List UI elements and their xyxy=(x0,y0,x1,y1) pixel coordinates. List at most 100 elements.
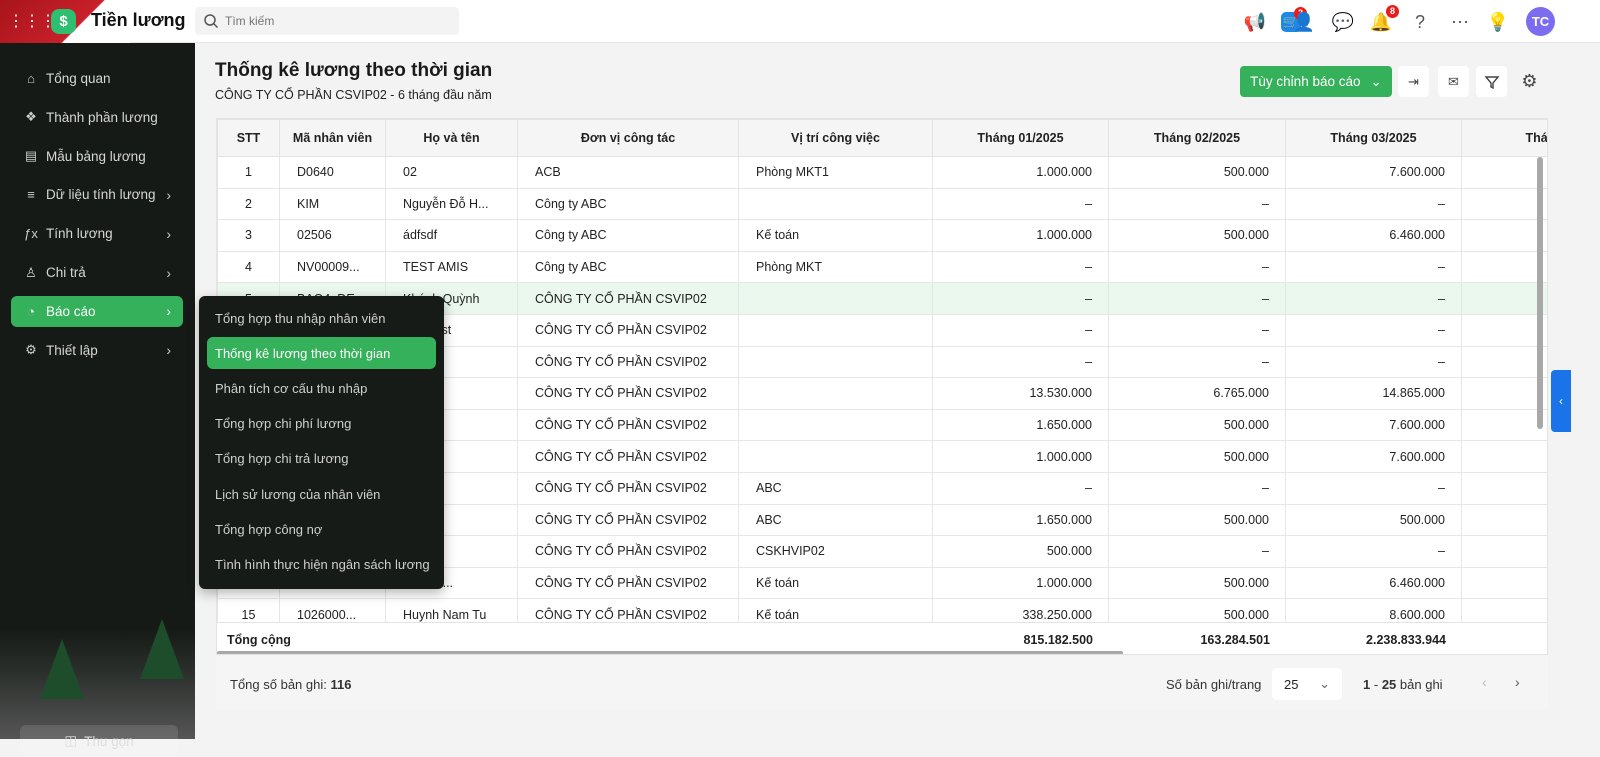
sidebar-item-4[interactable]: ƒx Tính lương › xyxy=(11,218,183,249)
per-page-value: 25 xyxy=(1284,677,1299,692)
function-icon: ƒx xyxy=(24,226,38,242)
table-cell: – xyxy=(1108,535,1286,568)
prev-page-button[interactable]: ‹ xyxy=(1482,674,1487,690)
customize-report-button[interactable]: Tùy chỉnh báo cáo ⌄ xyxy=(1240,66,1392,97)
horizontal-scrollbar[interactable] xyxy=(217,651,1123,654)
table-cell: 1.650.000 xyxy=(932,408,1109,442)
sidebar: ⌂ Tổng quan ❖ Thành phần lương ▤ Mẫu bảng lươ… xyxy=(0,43,195,757)
bell-icon[interactable]: 🔔 8 xyxy=(1369,5,1399,34)
submenu-item[interactable]: Tổng hợp chi trả lương xyxy=(207,443,436,475)
table-cell: – xyxy=(1285,471,1462,505)
submenu-item[interactable]: Thống kê lương theo thời gian xyxy=(207,337,436,370)
gear-icon: ⚙ xyxy=(1521,71,1538,91)
submenu-item[interactable]: Lịch sử lương của nhân viên xyxy=(207,478,436,510)
table-cell: – xyxy=(1285,345,1462,379)
table-row[interactable]: 2 KIM Nguyễn Đỗ H... Công ty ABC – – – xyxy=(217,187,1547,221)
add-user-icon[interactable]: 👤 xyxy=(1292,10,1316,34)
table-cell: 1.000.000 xyxy=(932,440,1109,473)
vertical-scrollbar[interactable] xyxy=(1537,157,1543,429)
table-cell: – xyxy=(1108,282,1286,315)
total-month-2: 163.284.501 xyxy=(1200,633,1270,647)
table-cell: 6.460.000 xyxy=(1285,566,1462,600)
table-cell xyxy=(738,313,933,347)
notification-badge: 8 xyxy=(1385,5,1399,18)
table-cell: KIM xyxy=(279,187,386,221)
submenu-item[interactable]: Tổng hợp thu nhập nhân viên xyxy=(207,302,436,334)
chevron-right-icon: › xyxy=(166,186,171,203)
table-row[interactable]: 3 02506 ádfsdf Công ty ABC Kế toán 1.000.000 5… xyxy=(217,219,1547,252)
column-header[interactable]: Tháng 01/2025 xyxy=(932,119,1109,157)
range-sep: - xyxy=(1373,677,1379,692)
more-icon[interactable]: ⋯ xyxy=(1448,10,1472,34)
collapse-icon: ◫ xyxy=(64,733,78,748)
settings-button[interactable]: ⚙ xyxy=(1514,66,1545,97)
total-label: Tổng cộng xyxy=(227,633,291,647)
table-cell: CÔNG TY CỔ PHẦN CSVIP02 xyxy=(517,471,739,505)
database-icon: ≡ xyxy=(27,187,35,203)
table-cell: ádfsdf xyxy=(385,219,518,252)
table-cell: 13.530.000 xyxy=(932,377,1109,410)
export-button[interactable]: ⇥ xyxy=(1398,66,1429,97)
email-button[interactable]: ✉ xyxy=(1438,66,1469,97)
table-row[interactable]: 4 NV00009... TEST AMIS Công ty ABC Phòng MKT… xyxy=(217,250,1547,284)
sidebar-item-2[interactable]: ▤ Mẫu bảng lương xyxy=(11,141,183,172)
help-icon[interactable]: ? xyxy=(1408,10,1432,34)
search-input[interactable] xyxy=(225,7,450,35)
column-header[interactable]: Tháng 03/2025 xyxy=(1285,119,1462,157)
table-cell: 500.000 xyxy=(932,535,1109,568)
column-header[interactable]: Họ và tên xyxy=(385,119,518,157)
table-cell: – xyxy=(1108,471,1286,505)
table-cell: CÔNG TY CỔ PHẦN CSVIP02 xyxy=(517,282,739,315)
range-suffix: bản ghi xyxy=(1399,677,1443,692)
sidebar-item-label: Tổng quan xyxy=(46,71,111,86)
submenu-item[interactable]: Tổng hợp công nợ xyxy=(207,513,436,545)
table-cell: – xyxy=(932,282,1109,315)
submenu-item[interactable]: Phân tích cơ cấu thu nhập xyxy=(207,372,436,404)
table-cell xyxy=(1461,219,1547,252)
table-cell: 1.650.000 xyxy=(932,503,1109,537)
search-box[interactable] xyxy=(195,7,459,35)
side-panel-toggle[interactable]: ‹ xyxy=(1551,370,1571,432)
column-header[interactable]: Đơn vị công tác xyxy=(517,119,739,157)
sidebar-item-label: Thiết lập xyxy=(46,342,98,358)
total-month-1: 815.182.500 xyxy=(1023,633,1093,647)
idea-book-icon[interactable]: 💡 xyxy=(1486,10,1510,34)
table-cell: D0640 xyxy=(279,156,386,189)
chat-icon[interactable]: 💬 xyxy=(1331,10,1355,34)
column-header[interactable]: Vị trí công việc xyxy=(738,119,933,157)
collapse-button[interactable]: ◫ Thu gọn xyxy=(20,725,178,757)
next-page-button[interactable]: › xyxy=(1515,674,1520,690)
sidebar-item-7[interactable]: ⚙ Thiết lập › xyxy=(11,335,183,366)
home-icon: ⌂ xyxy=(27,71,35,86)
avatar[interactable]: TC xyxy=(1526,7,1555,36)
table-cell: 02506 xyxy=(279,219,386,252)
table-cell: 500.000 xyxy=(1108,156,1286,189)
sidebar-item-3[interactable]: ≡ Dữ liệu tính lương › xyxy=(11,179,183,210)
table-cell: 500.000 xyxy=(1108,566,1286,600)
table-cell xyxy=(1461,566,1547,600)
sidebar-item-5[interactable]: ♙ Chi trả › xyxy=(11,257,183,288)
column-header[interactable]: Tháng 0 xyxy=(1461,119,1547,157)
column-header[interactable]: STT xyxy=(217,119,280,157)
submenu-item[interactable]: Tổng hợp chi phí lương xyxy=(207,408,436,440)
sidebar-item-1[interactable]: ❖ Thành phần lương xyxy=(11,102,183,133)
filter-icon xyxy=(1484,75,1499,89)
sidebar-item-6[interactable]: ◔ Báo cáo › xyxy=(11,295,183,327)
chevron-right-icon: › xyxy=(166,303,171,320)
table-cell: ACB xyxy=(517,156,739,189)
filter-button[interactable] xyxy=(1476,66,1507,97)
table-cell xyxy=(738,282,933,315)
column-header[interactable]: Tháng 02/2025 xyxy=(1108,119,1286,157)
table-row[interactable]: 1 D0640 02 ACB Phòng MKT1 1.000.000 500.000 7.6… xyxy=(217,156,1547,189)
submenu-item[interactable]: Tình hình thực hiện ngân sách lương xyxy=(207,548,436,580)
column-header[interactable]: Mã nhân viên xyxy=(279,119,386,157)
table-cell: 2 xyxy=(217,187,280,221)
table-cell: 02 xyxy=(385,156,518,189)
period: 6 tháng đầu năm xyxy=(397,88,492,102)
sidebar-item-0[interactable]: ⌂ Tổng quan xyxy=(11,63,183,94)
app-grid-icon[interactable]: ⋮⋮⋮ xyxy=(8,13,56,31)
megaphone-icon[interactable]: 📢 xyxy=(1243,10,1267,34)
chevron-right-icon: › xyxy=(166,225,171,242)
per-page-select[interactable]: 25 ⌄ xyxy=(1272,668,1342,700)
chevron-right-icon: › xyxy=(166,264,171,281)
